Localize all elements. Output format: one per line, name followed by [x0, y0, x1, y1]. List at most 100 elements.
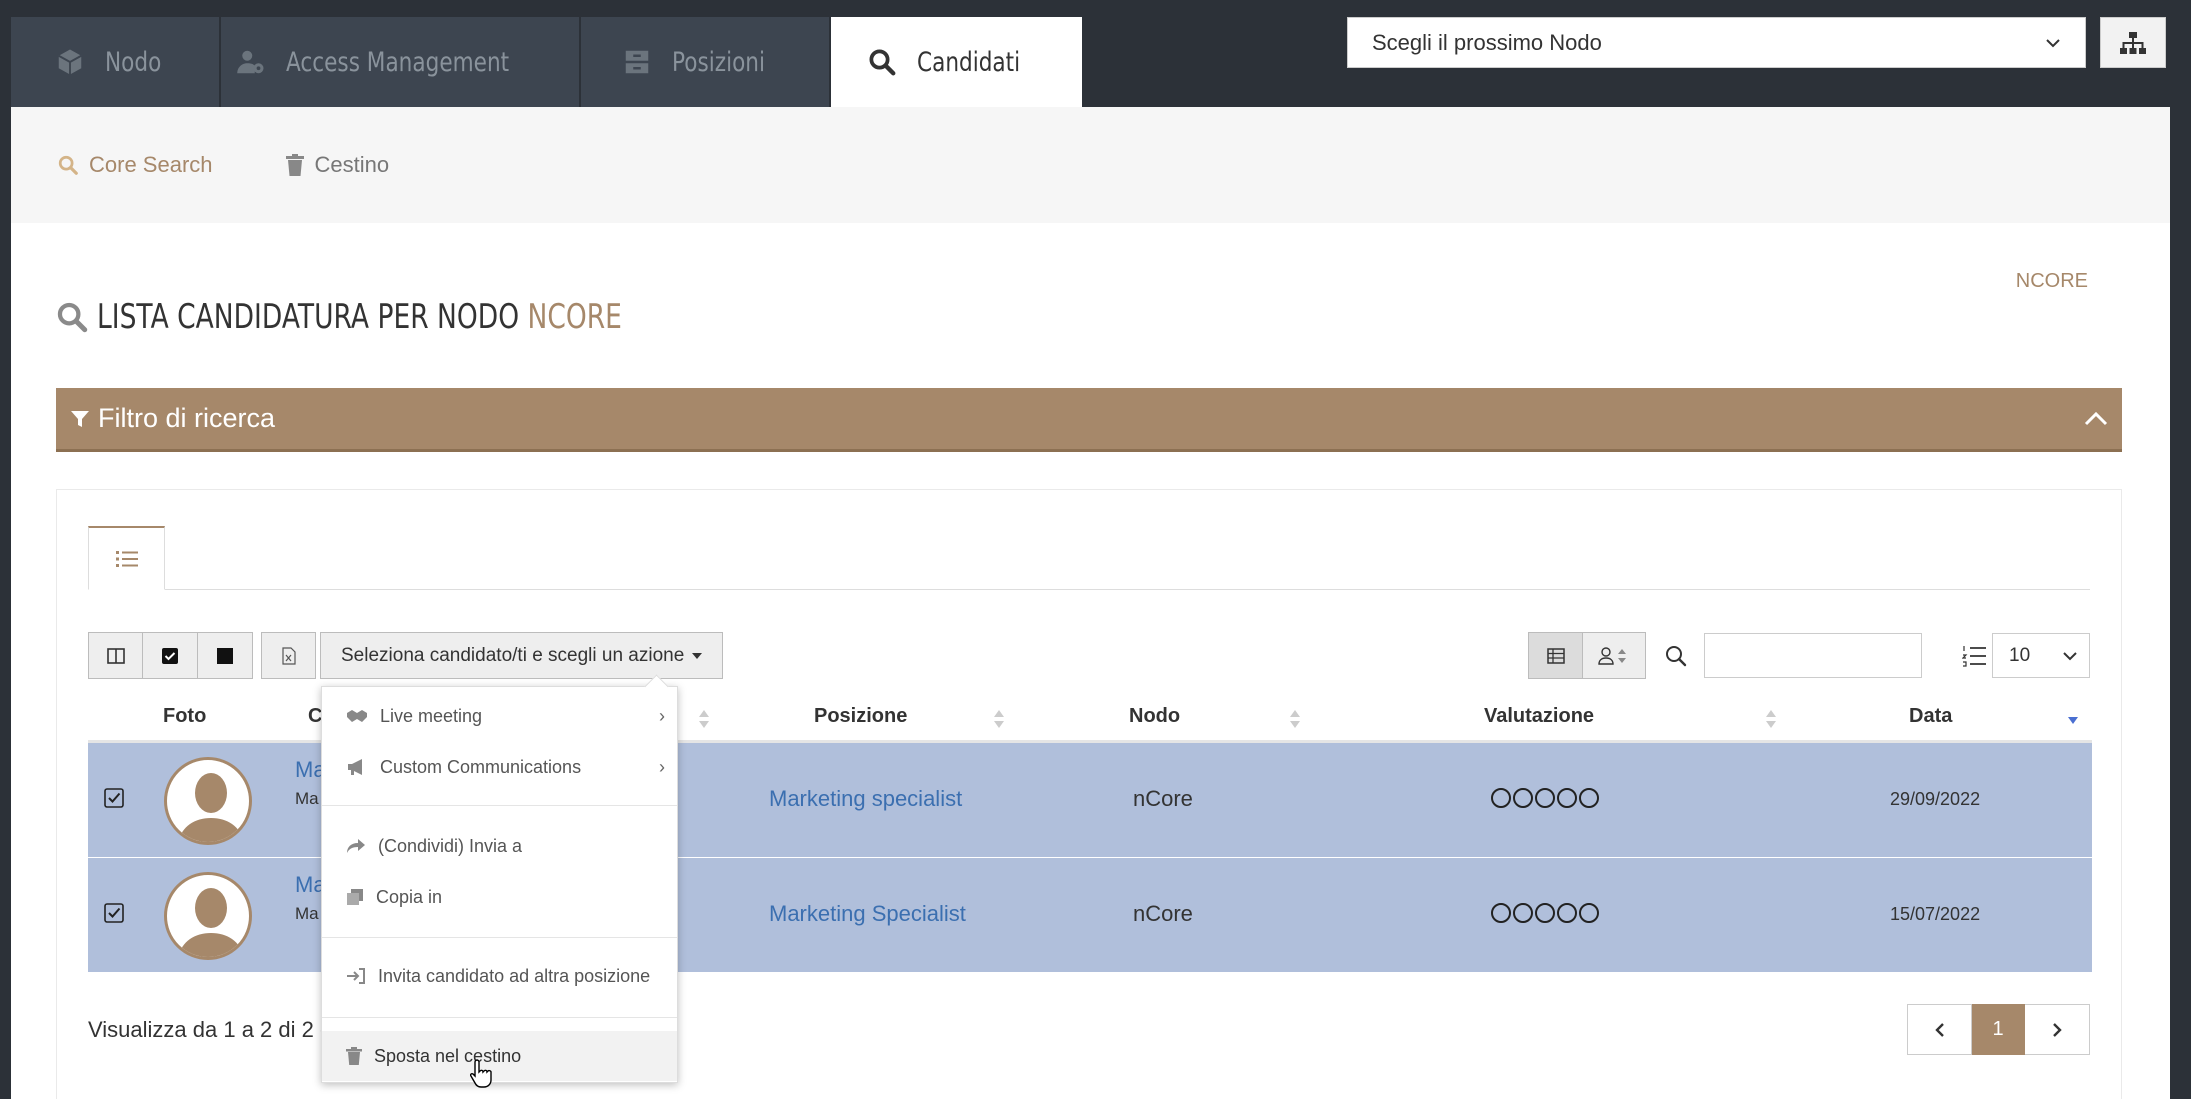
header-foto: Foto [163, 705, 207, 727]
chevron-left-icon [1934, 1022, 1944, 1037]
share-icon [347, 839, 365, 853]
bulk-action-menu: Live meeting › Custom Communications › (… [321, 686, 678, 1083]
subnav-cestino-label: Cestino [314, 152, 390, 177]
rating-stars[interactable] [1491, 903, 1599, 923]
rating-circle-icon[interactable] [1513, 788, 1533, 808]
chevron-up-icon[interactable] [2084, 411, 2108, 427]
sign-in-icon [347, 968, 365, 984]
list-icon [115, 550, 138, 567]
candidate-subtext: Ma [295, 904, 319, 923]
date-cell: 15/07/2022 [1890, 904, 1981, 924]
ncore-link[interactable]: NCORE [2016, 270, 2088, 293]
per-page-value: 10 [2009, 644, 2031, 666]
checkbox-checked-icon [162, 647, 178, 664]
rating-circle-icon[interactable] [1491, 788, 1511, 808]
menu-item-invite[interactable]: Invita candidato ad altra posizione [322, 951, 677, 1001]
menu-item-live-meeting[interactable]: Live meeting › [322, 691, 677, 741]
menu-item-custom-communications[interactable]: Custom Communications › [322, 742, 677, 792]
row-checkbox[interactable] [104, 903, 124, 923]
sort-icon[interactable] [699, 708, 709, 730]
rating-circle-icon[interactable] [1557, 788, 1577, 808]
subnav-core-search[interactable]: Core Search [57, 152, 213, 178]
list-view-tab[interactable] [88, 526, 165, 590]
tab-access-management-label: Access Management [285, 46, 509, 78]
search-filter-header[interactable]: Filtro di ricerca [56, 388, 2122, 452]
rating-circle-icon[interactable] [1579, 903, 1599, 923]
subnav-cestino[interactable]: Cestino [285, 152, 390, 178]
tab-candidati[interactable]: Candidati [831, 17, 1084, 107]
menu-item-live-meeting-label: Live meeting [380, 705, 483, 726]
menu-item-move-to-trash-label: Sposta nel cestino [374, 1045, 522, 1066]
header-valutazione[interactable]: Valutazione [1484, 690, 1594, 743]
next-node-select[interactable]: Scegli il prossimo Nodo [1347, 17, 2086, 68]
position-link[interactable]: Marketing Specialist [769, 901, 966, 927]
rating-circle-icon[interactable] [1535, 903, 1555, 923]
org-tree-button[interactable] [2100, 17, 2166, 68]
node-cell: nCore [1133, 901, 1193, 926]
previous-page-button[interactable] [1907, 1004, 1972, 1055]
top-tab-bar: Nodo Access Management Posizioni Candida… [11, 17, 1084, 107]
archive-icon [625, 50, 649, 74]
toggle-columns-button[interactable] [88, 632, 143, 679]
page-title-text: LISTA CANDIDATURA PER NODO [97, 297, 520, 337]
sort-icon[interactable] [1766, 708, 1776, 730]
chevron-right-icon: › [659, 756, 665, 777]
person-silhouette-icon [178, 773, 244, 842]
rating-stars[interactable] [1491, 788, 1599, 808]
tab-access-management[interactable]: Access Management [221, 17, 581, 107]
node-cell: nCore [1133, 786, 1193, 811]
table-search-input[interactable] [1704, 633, 1922, 678]
chevron-right-icon [2053, 1022, 2062, 1037]
menu-item-share[interactable]: (Condividi) Invia a [322, 821, 677, 871]
tab-posizioni-label: Posizioni [671, 46, 765, 78]
position-link[interactable]: Marketing specialist [769, 786, 962, 812]
per-page-select[interactable]: 10 [1992, 633, 2090, 678]
copy-icon [347, 889, 363, 905]
avatar [164, 872, 252, 960]
export-excel-button[interactable] [261, 632, 316, 679]
sort-icon[interactable] [1290, 708, 1300, 730]
select-all-button[interactable] [143, 632, 198, 679]
header-nodo[interactable]: Nodo [1129, 690, 1180, 743]
checkbox-checked-icon [104, 788, 124, 808]
menu-item-move-to-trash[interactable]: Sposta nel cestino [322, 1031, 677, 1081]
bulk-action-dropdown[interactable]: Seleziona candidato/ti e scegli un azion… [320, 632, 724, 679]
tab-nodo-label: Nodo [104, 46, 162, 78]
next-page-button[interactable] [2025, 1004, 2090, 1055]
table-info: Visualizza da 1 a 2 di 2 e [88, 1017, 333, 1042]
chevron-down-icon [2046, 38, 2060, 47]
menu-item-copy[interactable]: Copia in [322, 872, 677, 922]
filter-icon [71, 410, 89, 427]
page-title-accent: NCORE [527, 297, 622, 337]
person-silhouette-icon [178, 888, 244, 957]
checkbox-checked-icon [104, 903, 124, 923]
caret-down-icon [692, 652, 703, 659]
table-toolbar: Seleziona candidato/ti e scegli un azion… [88, 632, 724, 679]
table-right-tools: 10 [1528, 632, 2090, 679]
page-title: LISTA CANDIDATURA PER NODO NCORE [55, 297, 770, 337]
row-checkbox[interactable] [104, 788, 124, 808]
sort-candidates-button[interactable] [1583, 632, 1646, 679]
header-posizione[interactable]: Posizione [814, 690, 907, 743]
rating-circle-icon[interactable] [1535, 788, 1555, 808]
user-gear-icon [236, 50, 264, 74]
candidate-subtext: Ma [295, 789, 319, 808]
rating-circle-icon[interactable] [1491, 903, 1511, 923]
tab-nodo[interactable]: Nodo [11, 17, 221, 107]
menu-divider [322, 1017, 677, 1018]
subnav-core-search-label: Core Search [89, 152, 213, 177]
sort-icon[interactable] [994, 708, 1004, 730]
table-view-button[interactable] [1528, 632, 1583, 679]
header-data[interactable]: Data [1909, 690, 1952, 743]
deselect-all-button[interactable] [198, 632, 253, 679]
rating-circle-icon[interactable] [1513, 903, 1533, 923]
tab-posizioni[interactable]: Posizioni [581, 17, 831, 107]
rating-circle-icon[interactable] [1579, 788, 1599, 808]
menu-divider [322, 937, 677, 938]
sort-desc-icon[interactable] [2068, 714, 2078, 726]
sitemap-icon [2120, 31, 2146, 54]
page-button-current[interactable]: 1 [1972, 1004, 2025, 1055]
rating-circle-icon[interactable] [1557, 903, 1577, 923]
square-icon [217, 647, 233, 664]
trash-icon [346, 1047, 362, 1065]
